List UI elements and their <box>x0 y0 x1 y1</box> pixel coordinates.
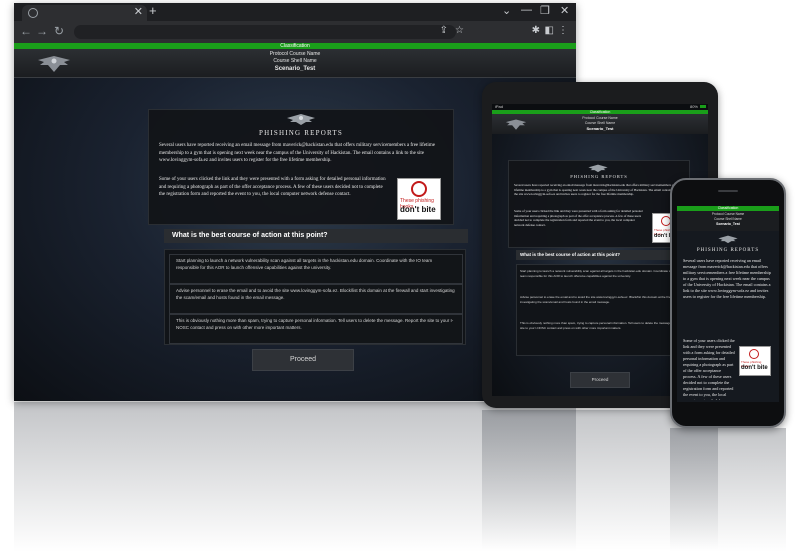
loading-icon <box>28 8 38 18</box>
logo-text: don't bite <box>400 205 436 214</box>
phone-dont-bite-logo: These phishing hooks don't bite <box>739 346 771 376</box>
phone-shell-name: Course Shell Name <box>714 217 742 221</box>
tablet-shell-name: Course Shell Name <box>584 121 616 125</box>
scenario-panel: PHISHING REPORTS Several users have repo… <box>148 109 454 225</box>
options-list: Start planning to launch a network vulne… <box>164 249 466 345</box>
close-tab-icon[interactable]: ✕ <box>134 5 143 18</box>
question-heading: What is the best course of action at thi… <box>164 229 468 243</box>
answer-option-1[interactable]: Start planning to launch a network vulne… <box>169 254 463 284</box>
course-header: Protocol Course Name Course Shell Name S… <box>14 49 576 78</box>
tablet-status-bar: iPad 80% <box>492 104 708 110</box>
tablet-protocol-name: Protocol Course Name <box>582 116 618 120</box>
tablet-eagle-emblem-icon <box>588 164 608 173</box>
answer-option-2-text: Advise personnel to erase the email and … <box>176 288 455 300</box>
browser-tab-bar: ✕ + ⌄ — ❐ ✕ <box>14 3 576 21</box>
tablet-answer-option-2[interactable]: Advise personnel to erase the email and … <box>520 295 690 304</box>
scenario-paragraph-1: Several users have reported receiving an… <box>159 143 435 163</box>
tablet-panel-title: PHISHING REPORTS <box>570 174 628 179</box>
phone-panel-title: PHISHING REPORTS <box>696 248 760 253</box>
back-icon[interactable]: ← <box>20 24 32 38</box>
sidebar-icon[interactable]: ◧ <box>545 25 554 36</box>
phone-eagle-emblem-icon <box>718 235 738 244</box>
tablet-answer-option-3[interactable]: This is obviously nothing more than spam… <box>520 321 690 330</box>
chevron-down-icon[interactable]: ⌄ <box>502 4 511 17</box>
answer-option-2[interactable]: Advise personnel to erase the email and … <box>169 284 463 314</box>
scenario-paragraph-2: Some of your users clicked the link and … <box>159 177 386 197</box>
bookmark-star-icon[interactable]: ☆ <box>455 25 464 36</box>
phone-protocol-name: Protocol Course Name <box>711 212 745 216</box>
extensions-icon[interactable]: ✱ <box>532 25 540 36</box>
tablet-answer-option-1[interactable]: Start planning to launch a network vulne… <box>520 269 690 278</box>
phone-scenario-name: Scenario_Test <box>716 222 740 226</box>
restore-icon[interactable]: ❐ <box>540 4 550 17</box>
tablet-scenario-panel: PHISHING REPORTS Several users have repo… <box>508 160 690 248</box>
tablet-paragraph-2: Some of your users clicked the link and … <box>514 209 643 227</box>
reload-icon[interactable]: ↻ <box>54 24 64 38</box>
phone-logo-text: don't bite <box>741 365 768 371</box>
answer-option-3[interactable]: This is obviously nothing more than spam… <box>169 314 463 344</box>
panel-title: PHISHING REPORTS <box>259 129 343 137</box>
eagle-emblem-icon <box>287 114 315 125</box>
phone-paragraph-1: Several users have reported receiving an… <box>683 258 771 299</box>
phone-reflection <box>670 428 786 552</box>
browser-tab[interactable]: ✕ <box>22 5 147 21</box>
new-tab-icon[interactable]: + <box>149 3 157 18</box>
phone-paragraph-2: Some of your users clicked the link and … <box>683 338 735 400</box>
dont-bite-logo: These phishing hooks don't bite <box>397 178 441 220</box>
answer-option-1-text: Start planning to launch a network vulne… <box>176 258 433 270</box>
answer-option-3-text: This is obviously nothing more than spam… <box>176 318 454 330</box>
phone-speaker-icon <box>718 190 738 192</box>
scenario-name: Scenario_Test <box>274 66 316 72</box>
tablet-course-header: Protocol Course Name Course Shell Name S… <box>492 114 708 134</box>
minimize-icon[interactable]: — <box>521 4 532 16</box>
tablet-paragraph-1: Several users have reported receiving an… <box>514 183 684 197</box>
close-window-icon[interactable]: ✕ <box>560 4 569 17</box>
menu-icon[interactable]: ⋮ <box>558 25 568 36</box>
proceed-button[interactable]: Proceed <box>252 349 354 371</box>
phone-screen: Classification Protocol Course Name Cour… <box>677 206 779 402</box>
address-bar[interactable] <box>74 25 456 39</box>
tablet-device-label: iPad <box>495 104 504 109</box>
course-shell-name: Course Shell Name <box>273 58 317 64</box>
tablet-scenario-name: Scenario_Test <box>586 126 614 131</box>
tablet-proceed-button[interactable]: Proceed <box>570 372 630 388</box>
battery-icon <box>700 105 706 108</box>
forward-icon[interactable]: → <box>36 24 48 38</box>
phone-device: Classification Protocol Course Name Cour… <box>670 178 786 428</box>
course-protocol-name: Protocol Course Name <box>269 51 321 57</box>
share-icon[interactable]: ⇪ <box>440 25 448 36</box>
tablet-battery-level: 80% <box>689 104 698 109</box>
browser-toolbar: ← → ↻ ⇪ ☆ ✱ ◧ ⋮ <box>14 21 576 43</box>
phone-course-header: Protocol Course Name Course Shell Name S… <box>677 211 779 231</box>
tablet-question-heading: What is the best course of action at thi… <box>516 250 696 260</box>
